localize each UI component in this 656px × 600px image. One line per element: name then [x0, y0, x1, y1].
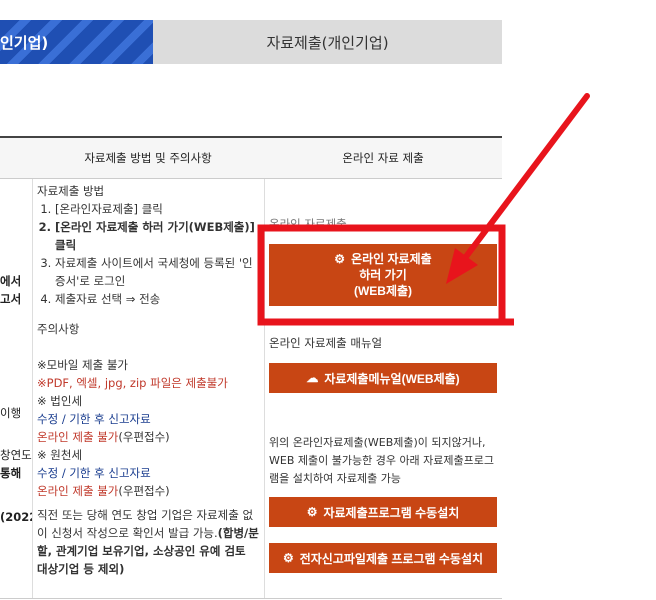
highlight-box — [257, 224, 506, 326]
highlight-annotation — [257, 93, 590, 326]
arrow-shaft — [459, 93, 590, 265]
arrow-head-icon — [446, 248, 478, 284]
